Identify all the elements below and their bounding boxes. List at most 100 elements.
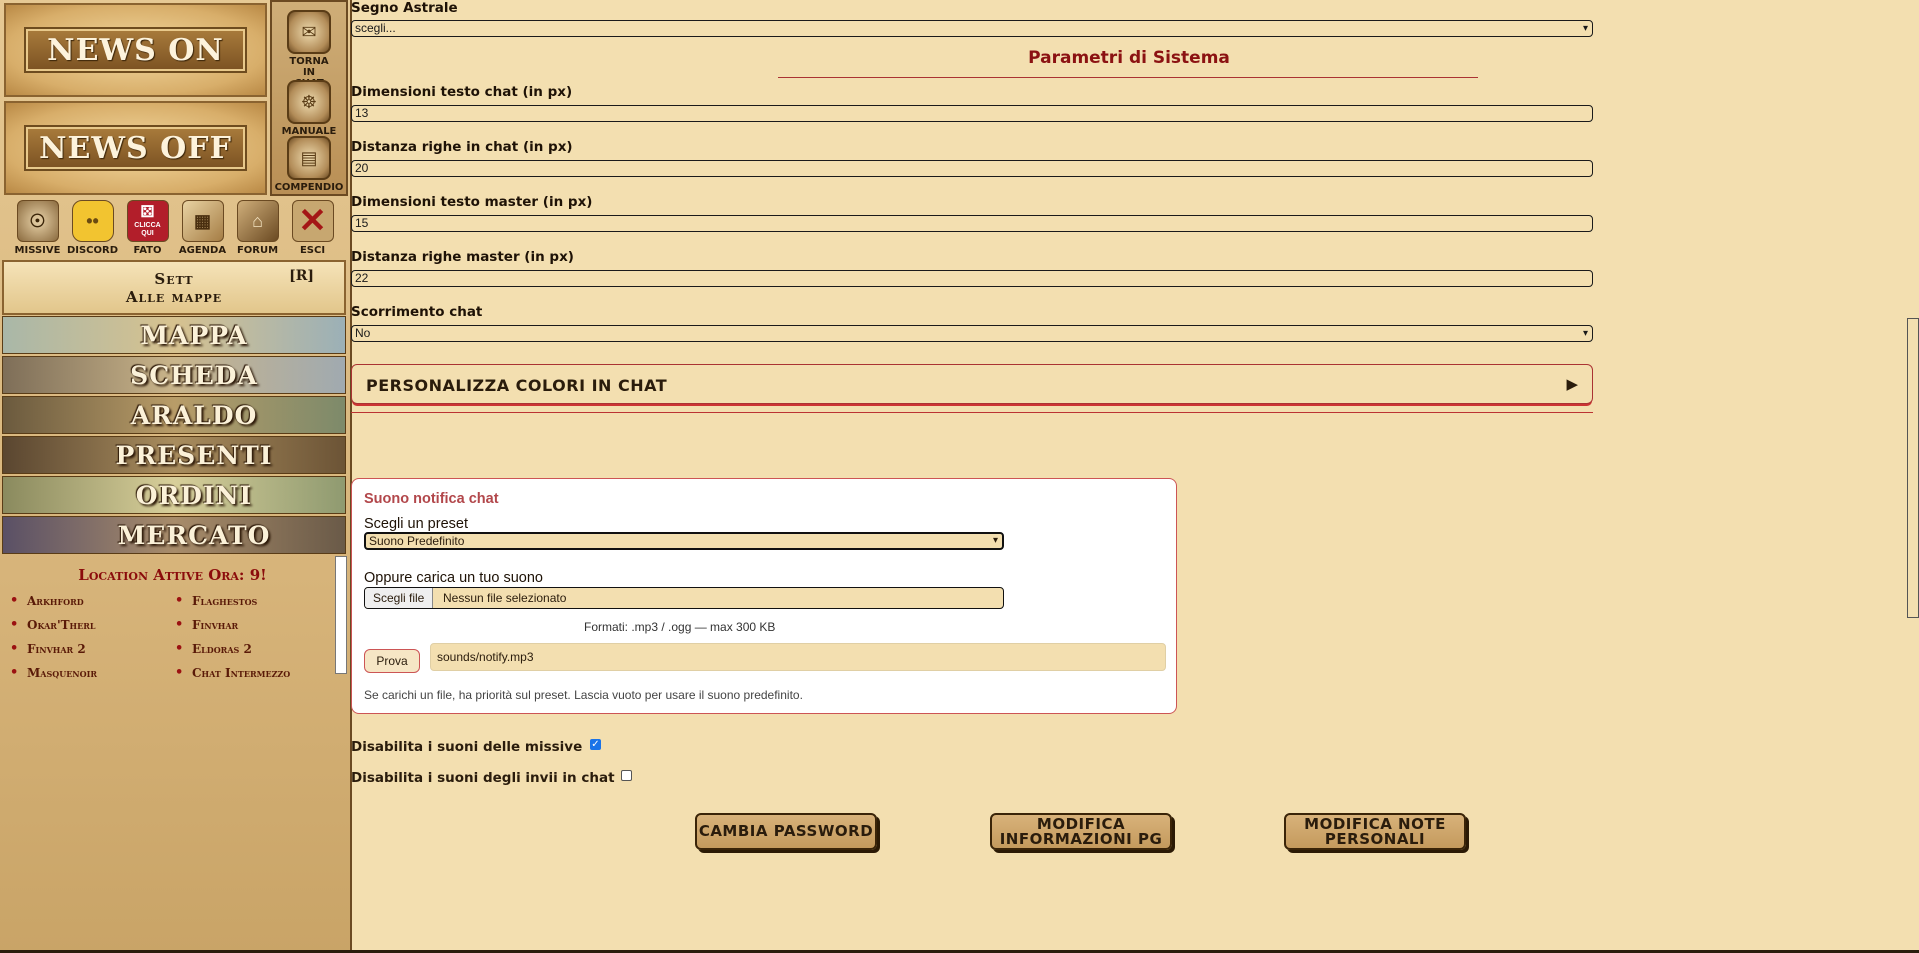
customize-colors-label: PERSONALIZZA COLORI IN CHAT — [366, 376, 668, 395]
agenda-icon: ▦ — [181, 200, 224, 242]
chat-line-spacing-label: Distanza righe in chat (in px) — [351, 139, 573, 155]
divider — [351, 412, 1593, 413]
segno-value: scegli... — [355, 21, 396, 35]
disable-chat-sounds-label: Disabilita i suoni degli invii in chat — [351, 770, 615, 786]
nav-araldo-label: ARALDO — [130, 400, 258, 430]
sound-file-input[interactable]: Scegli file Nessun file selezionato — [364, 587, 1004, 609]
location-link[interactable]: Arkhford — [10, 593, 84, 608]
master-text-size-input[interactable]: 15 — [351, 215, 1593, 232]
locations-title: Location Attive Ora: 9! — [78, 566, 267, 584]
master-line-spacing-input[interactable]: 22 — [351, 270, 1593, 287]
agenda-label: AGENDA — [178, 245, 227, 256]
nav-ordini[interactable]: ORDINI — [2, 476, 346, 514]
sett-line-2: Alle mappe — [125, 288, 223, 306]
quick-tools: ✉ TORNA IN CHAT ☸ MANUALE ▤ COMPENDIO — [270, 0, 348, 196]
preset-value: Suono Predefinito — [369, 534, 465, 548]
nav-mappa[interactable]: MAPPA — [2, 316, 346, 354]
formats-hint: Formati: .mp3 / .ogg — max 300 KB — [584, 620, 776, 634]
chat-scroll-select[interactable]: No ▾ — [351, 325, 1593, 342]
system-params-title: Parametri di Sistema — [1028, 48, 1230, 68]
chevron-down-icon: ▾ — [1582, 23, 1588, 34]
sound-path-input[interactable]: sounds/notify.mp3 — [430, 643, 1166, 671]
disable-missive-sounds-label: Disabilita i suoni delle missive — [351, 739, 583, 755]
location-link[interactable]: Finvhar 2 — [10, 641, 86, 656]
locations-scrollbar[interactable] — [335, 556, 347, 674]
missive-button[interactable]: ☉ MISSIVE — [10, 200, 65, 256]
no-file-text: Nessun file selezionato — [443, 591, 567, 605]
compendium-label: COMPENDIO — [274, 182, 344, 193]
fate-button[interactable]: ⚄ CLICCA QUI FATO — [120, 200, 175, 256]
sidebar: NEWS ON NEWS OFF ✉ TORNA IN CHAT ☸ MANUA… — [0, 0, 352, 953]
nav-presenti[interactable]: PRESENTI — [2, 436, 346, 474]
nav-ordini-label: ORDINI — [135, 480, 253, 510]
segno-select[interactable]: scegli... ▾ — [351, 20, 1593, 37]
nav-mercato-label: MERCATO — [117, 520, 271, 550]
back-to-chat-button[interactable]: ✉ TORNA IN CHAT — [272, 10, 346, 89]
choose-file-button[interactable]: Scegli file — [365, 588, 434, 608]
edit-pg-info-button[interactable]: MODIFICA INFORMAZIONI PG — [990, 813, 1172, 850]
location-link[interactable]: Okar'Therl — [10, 617, 96, 632]
manual-button[interactable]: ☸ MANUALE — [272, 80, 346, 137]
customize-colors-toggle[interactable]: PERSONALIZZA COLORI IN CHAT ▶ — [351, 364, 1593, 404]
main-content: Segno Astrale scegli... ▾ Parametri di S… — [351, 0, 1919, 953]
chat-scroll-value: No — [355, 326, 371, 340]
chevron-down-icon: ▾ — [992, 535, 998, 546]
sett-banner[interactable]: Sett Alle mappe [R] — [2, 260, 346, 315]
nav-scheda[interactable]: SCHEDA — [2, 356, 346, 394]
location-link[interactable]: Eldoras 2 — [175, 641, 252, 656]
sound-help-text: Se carichi un file, ha priorità sul pres… — [364, 688, 803, 702]
missive-label: MISSIVE — [14, 245, 61, 256]
sett-r-link[interactable]: [R] — [289, 268, 314, 284]
chat-text-size-input[interactable]: 13 — [351, 105, 1593, 122]
nav-presenti-label: PRESENTI — [115, 440, 273, 470]
discord-icon: •• — [71, 200, 114, 242]
dice-icon: ⚄ CLICCA QUI — [126, 200, 169, 242]
manual-book-icon: ☸ — [287, 80, 331, 124]
news-off-label: NEWS OFF — [24, 125, 247, 171]
nav-scheda-label: SCHEDA — [130, 360, 258, 390]
nav-mercato[interactable]: MERCATO — [2, 516, 346, 554]
try-sound-button[interactable]: Prova — [364, 649, 420, 673]
news-on-button[interactable]: NEWS ON — [4, 3, 267, 97]
master-line-spacing-label: Distanza righe master (in px) — [351, 249, 574, 265]
preset-label: Scegli un preset — [364, 516, 468, 532]
divider — [778, 77, 1478, 78]
fate-badge: CLICCA QUI — [134, 222, 161, 237]
disable-missive-sounds-checkbox[interactable]: ✓ — [590, 739, 601, 750]
change-password-button[interactable]: CAMBIA PASSWORD — [695, 813, 877, 850]
active-locations: Location Attive Ora: 9! Arkhford Flaghes… — [0, 558, 345, 680]
agenda-button[interactable]: ▦ AGENDA — [175, 200, 230, 256]
fate-label: FATO — [133, 245, 162, 256]
disable-chat-sounds-checkbox[interactable] — [621, 770, 632, 781]
location-link[interactable]: Finvhar — [175, 617, 238, 632]
location-link[interactable]: Chat Intermezzo — [175, 665, 290, 680]
missive-icon: ☉ — [16, 200, 59, 242]
triangle-right-icon: ▶ — [1566, 376, 1578, 393]
preset-select[interactable]: Suono Predefinito ▾ — [364, 532, 1004, 550]
main-scrollbar[interactable] — [1907, 318, 1919, 618]
icon-row: ☉ MISSIVE •• DISCORD ⚄ CLICCA QUI FATO ▦… — [10, 200, 346, 256]
compendium-button[interactable]: ▤ COMPENDIO — [272, 136, 346, 193]
edit-personal-notes-button[interactable]: MODIFICA NOTE PERSONALI — [1284, 813, 1466, 850]
compendium-book-icon: ▤ — [287, 136, 331, 180]
forum-button[interactable]: ⌂ FORUM — [230, 200, 285, 256]
location-link[interactable]: Flaghestos — [175, 593, 257, 608]
chat-line-spacing-input[interactable]: 20 — [351, 160, 1593, 177]
upload-label: Oppure carica un tuo suono — [364, 570, 543, 586]
exit-button[interactable]: ✕ ESCI — [285, 200, 340, 256]
chat-scroll-label: Scorrimento chat — [351, 304, 483, 320]
news-on-label: NEWS ON — [24, 27, 247, 73]
discord-button[interactable]: •• DISCORD — [65, 200, 120, 256]
exit-icon: ✕ — [291, 200, 334, 242]
chat-scroll-icon: ✉ — [287, 10, 331, 54]
location-link[interactable]: Masquenoir — [10, 665, 97, 680]
exit-label: ESCI — [299, 245, 326, 256]
chat-text-size-label: Dimensioni testo chat (in px) — [351, 84, 573, 100]
news-off-button[interactable]: NEWS OFF — [4, 101, 267, 195]
discord-label: DISCORD — [66, 245, 119, 256]
nav-mappa-label: MAPPA — [140, 320, 248, 350]
nav-araldo[interactable]: ARALDO — [2, 396, 346, 434]
segno-label: Segno Astrale — [351, 0, 458, 16]
sound-card-title: Suono notifica chat — [364, 491, 499, 507]
master-text-size-label: Dimensioni testo master (in px) — [351, 194, 593, 210]
